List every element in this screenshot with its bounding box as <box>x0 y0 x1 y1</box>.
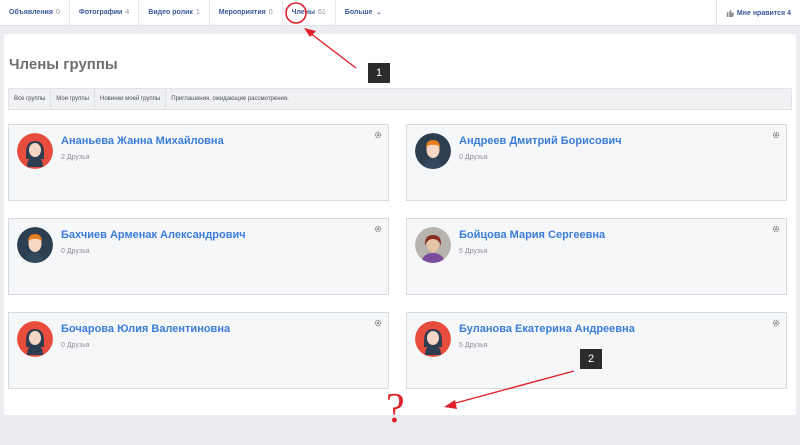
question-mark: ? <box>386 386 405 432</box>
annotation-overlay <box>285 2 575 409</box>
arrow-head-2 <box>444 400 457 409</box>
annotation-marker-1: 1 <box>368 63 390 83</box>
annotation-arrow-2 <box>451 370 575 405</box>
annotation-marker-2: 2 <box>580 349 602 369</box>
annotation-arrow-1 <box>309 32 357 69</box>
highlight-circle <box>285 2 307 24</box>
